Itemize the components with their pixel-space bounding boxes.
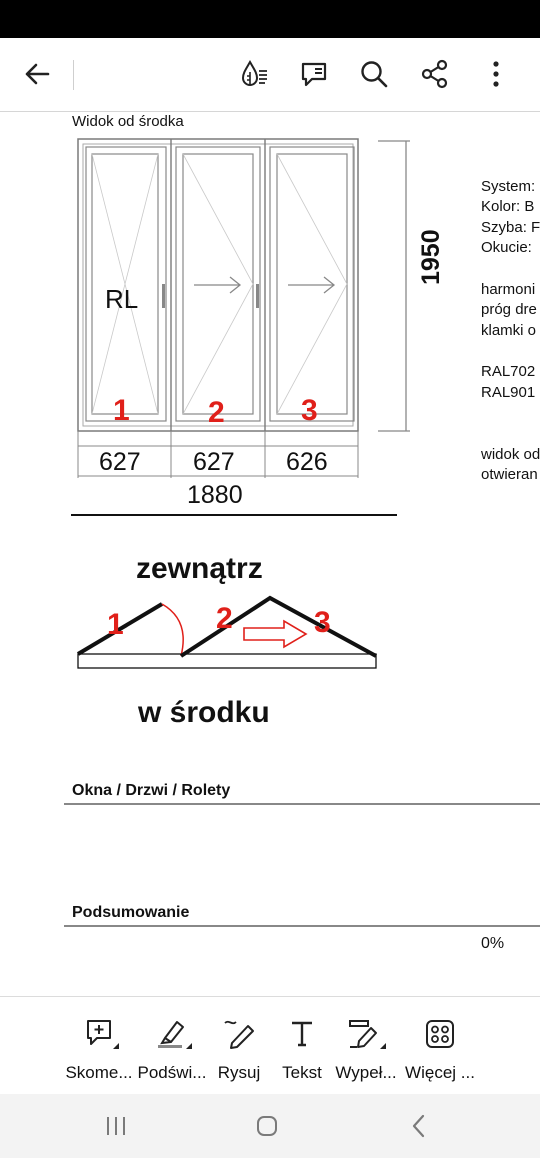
spec-line-kolor: Kolor: B [481, 198, 535, 215]
draw-icon [224, 1020, 254, 1049]
tool-text[interactable]: Tekst [277, 997, 327, 1095]
view-note-2: otwieran [481, 466, 538, 483]
top-app-bar [0, 38, 540, 112]
nav-back-button[interactable] [389, 1106, 449, 1146]
summary-percent: 0% [481, 935, 505, 952]
tool-fill-sign[interactable]: Wypeł... [331, 997, 401, 1095]
section-title-summary: Podsumowanie [72, 904, 190, 921]
comment-list-icon [301, 62, 327, 87]
home-icon [257, 1116, 277, 1136]
tool-highlight-label: Podświ... [137, 1063, 207, 1082]
color-code-2: RAL901 [481, 384, 536, 401]
back-button[interactable] [15, 52, 59, 96]
tool-more-label: Więcej ... [405, 1063, 475, 1082]
home-button[interactable] [237, 1106, 297, 1146]
recent-apps-button[interactable] [86, 1106, 146, 1146]
liquid-mode-icon [241, 59, 267, 86]
tool-more[interactable]: Więcej ... [403, 997, 477, 1095]
sash-type-label: RL [105, 284, 139, 314]
note-line-1: harmoni [481, 281, 536, 298]
sash-number-1: 1 [113, 394, 130, 427]
recent-apps-icon [107, 1117, 125, 1135]
note-line-3: klamki o [481, 322, 537, 339]
more-tools-icon [426, 1020, 454, 1048]
share-icon [421, 59, 448, 89]
total-width-dimension: 1880 [187, 481, 243, 509]
section-title-windows: Okna / Drzwi / Rolety [72, 782, 231, 799]
share-button[interactable] [413, 52, 457, 96]
opening-number-1: 1 [107, 608, 124, 641]
tool-text-label: Tekst [282, 1063, 322, 1082]
more-options-button[interactable] [474, 52, 518, 96]
tool-draw-label: Rysuj [217, 1063, 261, 1082]
tool-highlight[interactable]: Podświ... [135, 997, 209, 1095]
sash-number-2: 2 [208, 396, 225, 429]
tool-draw[interactable]: Rysuj [211, 997, 267, 1095]
add-comment-icon [87, 1020, 119, 1049]
opening-number-2: 2 [216, 602, 233, 635]
search-icon [361, 61, 388, 88]
toolbar-divider [73, 60, 74, 90]
outside-label: zewnątrz [136, 552, 263, 585]
tool-comment-label: Skome... [65, 1063, 133, 1082]
height-dimension: 1950 [417, 229, 445, 285]
pdf-page-view[interactable]: Widok od środka RL 1 2 3 1950 627 627 62… [0, 112, 540, 996]
spec-line-system: System: [481, 178, 536, 195]
color-code-1: RAL702 [481, 363, 536, 380]
fill-sign-icon [349, 1020, 386, 1049]
back-icon [412, 1114, 425, 1138]
back-arrow-icon [25, 63, 50, 85]
width-dimension-3: 626 [286, 448, 328, 476]
status-bar [0, 0, 540, 38]
search-button[interactable] [352, 52, 396, 96]
tool-fill-sign-label: Wypeł... [335, 1063, 397, 1082]
view-note-1: widok od [481, 446, 540, 463]
text-icon [292, 1021, 312, 1047]
tool-comment[interactable]: Skome... [63, 997, 135, 1095]
note-line-2: próg dre [481, 301, 537, 318]
window-drawing [64, 138, 540, 927]
sash-number-3: 3 [301, 394, 318, 427]
comments-button[interactable] [292, 52, 336, 96]
opening-number-3: 3 [314, 606, 331, 639]
system-nav-bar [0, 1094, 540, 1158]
annotation-toolbar: Skome... Podświ... Rysuj Tekst Wypeł... … [0, 996, 540, 1095]
liquid-mode-button[interactable] [232, 52, 276, 96]
width-dimension-2: 627 [193, 448, 235, 476]
inside-label: w środku [138, 696, 270, 729]
spec-line-okucie: Okucie: [481, 239, 532, 256]
highlight-icon [158, 1021, 192, 1049]
width-dimension-1: 627 [99, 448, 141, 476]
more-vertical-icon [493, 61, 499, 87]
spec-line-szyba: Szyba: F [481, 219, 540, 236]
